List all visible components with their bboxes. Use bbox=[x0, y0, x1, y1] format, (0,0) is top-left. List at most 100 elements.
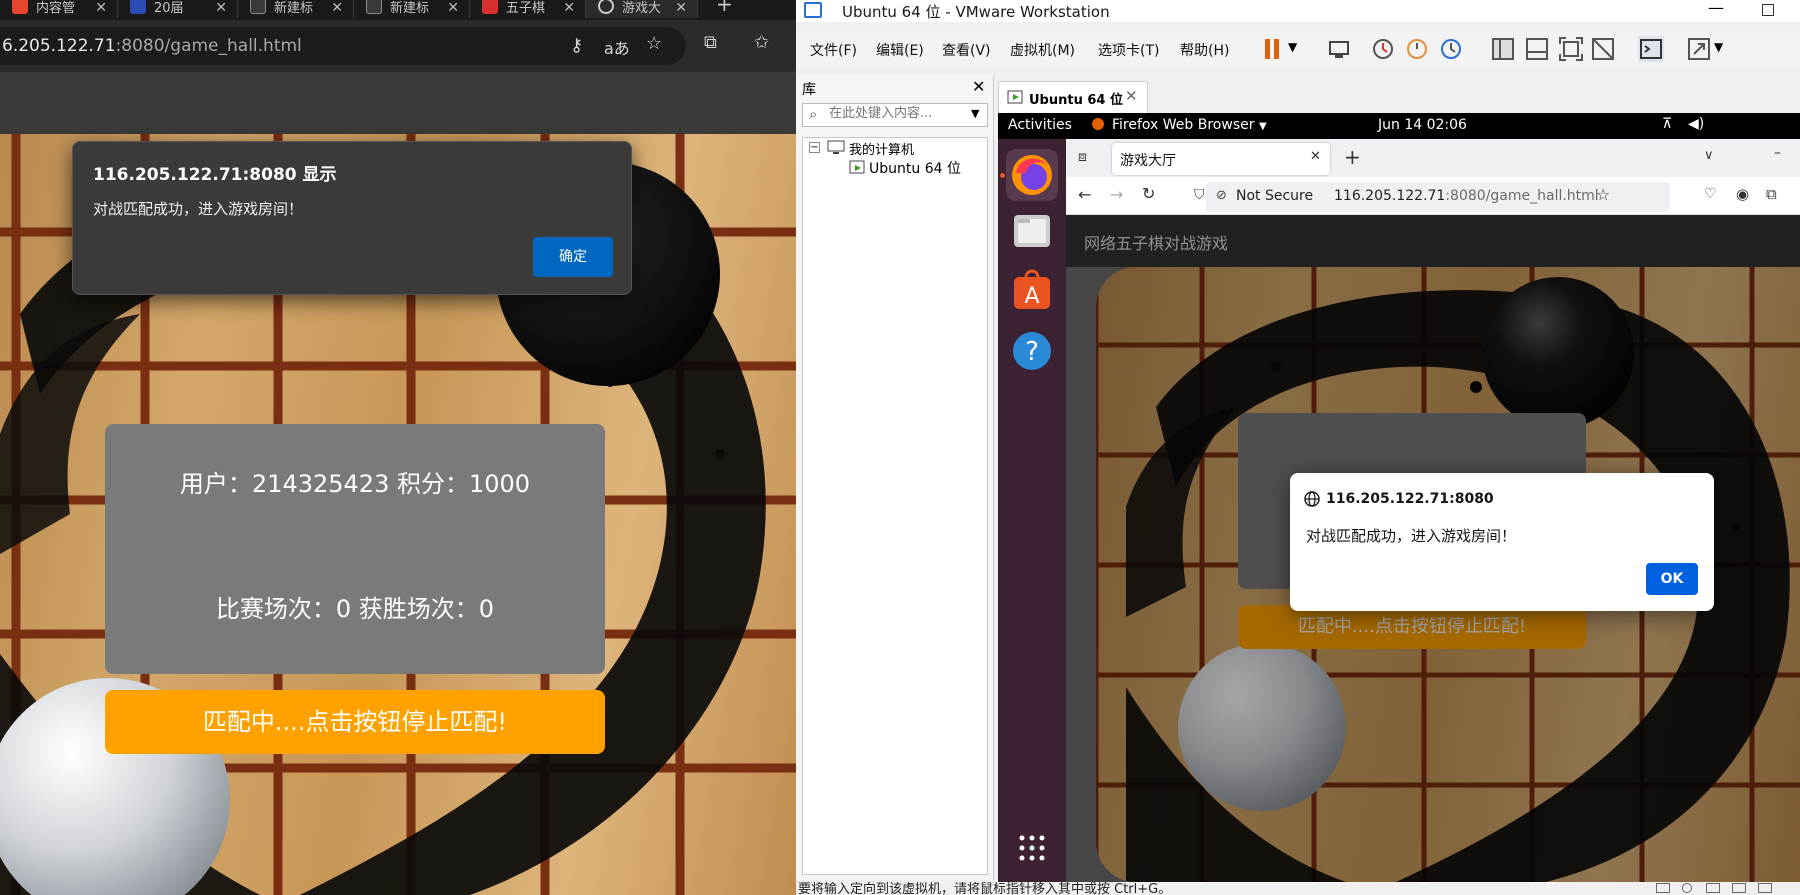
device-status-icon[interactable] bbox=[1732, 883, 1746, 893]
forward-icon[interactable]: → bbox=[1110, 185, 1123, 204]
doc-favicon-icon bbox=[130, 0, 146, 14]
match-button[interactable]: 匹配中....点击按钮停止匹配! bbox=[105, 690, 605, 754]
alert-message: 对战匹配成功，进入游戏房间！ bbox=[93, 200, 304, 218]
svg-text:A: A bbox=[1024, 284, 1039, 309]
vm-tab-ubuntu[interactable]: Ubuntu 64 位 ✕ bbox=[998, 81, 1148, 113]
minimize-icon[interactable]: — bbox=[1708, 0, 1724, 17]
tree-ubuntu-vm[interactable]: Ubuntu 64 位 bbox=[869, 158, 961, 178]
edge-tab-4[interactable]: 新建标 ✕ bbox=[354, 0, 470, 18]
alert-ok-button[interactable]: 确定 bbox=[533, 237, 613, 277]
window-title: Ubuntu 64 位 - VMware Workstation bbox=[842, 3, 1110, 21]
activities-button[interactable]: Activities bbox=[1008, 117, 1072, 133]
new-tab-icon[interactable]: + bbox=[716, 0, 733, 16]
edge-tab-6-active[interactable]: 游戏大 ✕ bbox=[586, 0, 698, 18]
chevron-down-icon[interactable]: ▼ bbox=[1288, 40, 1314, 66]
favorites-icon[interactable]: ✩ bbox=[754, 32, 769, 53]
send-ctrl-alt-del-icon[interactable] bbox=[1326, 36, 1352, 62]
show-library-icon[interactable] bbox=[1490, 36, 1516, 62]
menu-view[interactable]: 查看(V) bbox=[942, 40, 991, 60]
read-aloud-icon[interactable]: aあ bbox=[604, 35, 630, 59]
clock[interactable]: Jun 14 02:06 bbox=[1378, 117, 1467, 133]
volume-icon[interactable]: ◀) bbox=[1688, 116, 1704, 132]
edge-tab-3[interactable]: 新建标 ✕ bbox=[238, 0, 354, 18]
firefox-url-text[interactable]: 116.205.122.71:8080/game_hall.html bbox=[1334, 188, 1599, 204]
account-icon[interactable]: ◉ bbox=[1736, 185, 1749, 203]
snapshot-manager-icon[interactable] bbox=[1438, 36, 1464, 62]
ubuntu-guest-screen[interactable]: Activities Firefox Web Browser ▼ Jun 14 … bbox=[998, 113, 1800, 882]
revert-snapshot-icon[interactable] bbox=[1404, 36, 1430, 62]
dock-software[interactable]: A bbox=[1006, 265, 1058, 317]
menu-vm[interactable]: 虚拟机(M) bbox=[1010, 40, 1075, 60]
firefox-window: ⧈ 游戏大厅 ✕ + ∨ – ← → ↻ ⛉ ⊘ Not Secure 116.… bbox=[1066, 139, 1800, 882]
close-icon[interactable]: ✕ bbox=[1310, 149, 1321, 164]
close-icon[interactable]: ✕ bbox=[215, 0, 227, 16]
bookmark-star-icon[interactable]: ☆ bbox=[1596, 185, 1610, 204]
shield-icon[interactable]: ⛉ bbox=[1194, 187, 1205, 203]
device-status-icon[interactable] bbox=[1758, 883, 1772, 893]
close-icon[interactable]: ✕ bbox=[563, 0, 575, 16]
close-icon[interactable]: ✕ bbox=[331, 0, 343, 16]
dock-help[interactable]: ? bbox=[1006, 325, 1058, 377]
library-search-box[interactable]: ⌕ ▼ bbox=[802, 103, 988, 127]
firefox-view-icon[interactable]: ⧈ bbox=[1078, 149, 1087, 165]
extensions-icon[interactable]: ⧉ bbox=[1766, 185, 1777, 203]
tree-my-computer[interactable]: 我的计算机 bbox=[849, 139, 914, 158]
menu-file[interactable]: 文件(F) bbox=[810, 40, 857, 60]
alert-ok-button[interactable]: OK bbox=[1646, 563, 1698, 595]
user-score-text: 用户：214325423 积分：1000 bbox=[179, 470, 531, 498]
list-all-tabs-icon[interactable]: ∨ bbox=[1704, 148, 1714, 163]
close-icon[interactable]: ✕ bbox=[447, 0, 459, 16]
snapshot-icon[interactable] bbox=[1370, 36, 1396, 62]
edge-page-content: 用户：214325423 积分：1000 比赛场次：0 获胜场次：0 匹配中..… bbox=[0, 72, 796, 895]
reload-icon[interactable]: ↻ bbox=[1142, 184, 1155, 203]
back-icon[interactable]: ← bbox=[1078, 185, 1091, 204]
console-view-icon[interactable] bbox=[1638, 36, 1664, 62]
favorite-star-icon[interactable]: ☆ bbox=[646, 33, 662, 54]
edge-url[interactable]: 6.205.122.71:8080/game_hall.html bbox=[2, 36, 302, 56]
gnome-top-bar: Activities Firefox Web Browser ▼ Jun 14 … bbox=[998, 113, 1800, 139]
edge-tab-2[interactable]: 20届 ✕ bbox=[118, 0, 238, 18]
files-icon bbox=[1014, 215, 1050, 247]
thumbnail-bar-icon[interactable] bbox=[1524, 36, 1550, 62]
extensions-icon[interactable]: ⧉ bbox=[704, 32, 717, 53]
edge-window: 内容管 ✕ 20届 ✕ 新建标 ✕ 新建标 ✕ 五子棋 ✕ 游戏大 ✕ + 6.… bbox=[0, 0, 796, 895]
edge-address-bar[interactable]: 6.205.122.71:8080/game_hall.html ⚷ aあ ☆ bbox=[0, 27, 686, 65]
firefox-tab-game-hall[interactable]: 游戏大厅 ✕ bbox=[1112, 143, 1330, 175]
edge-tab-5[interactable]: 五子棋 ✕ bbox=[470, 0, 586, 18]
chevron-down-icon[interactable]: ▼ bbox=[971, 107, 979, 120]
key-icon[interactable]: ⚷ bbox=[570, 35, 583, 56]
search-icon: ⌕ bbox=[809, 105, 818, 123]
device-status-icon[interactable] bbox=[1656, 883, 1670, 893]
pocket-icon[interactable]: ♡ bbox=[1704, 186, 1717, 202]
full-screen-icon[interactable] bbox=[1558, 36, 1584, 62]
page-header-bar bbox=[0, 72, 796, 134]
close-icon[interactable]: ✕ bbox=[1125, 87, 1138, 105]
edge-tab-1[interactable]: 内容管 ✕ bbox=[0, 0, 118, 18]
insecure-lock-icon[interactable]: ⊘ bbox=[1216, 188, 1227, 203]
network-icon[interactable]: ⊼ bbox=[1662, 116, 1672, 132]
new-tab-icon[interactable]: + bbox=[1344, 145, 1361, 169]
menu-edit[interactable]: 编辑(E) bbox=[876, 40, 924, 60]
menu-help[interactable]: 帮助(H) bbox=[1180, 40, 1229, 60]
dock-files[interactable] bbox=[1006, 205, 1058, 257]
app-menu[interactable]: Firefox Web Browser ▼ bbox=[1112, 117, 1267, 133]
close-icon[interactable]: ✕ bbox=[95, 0, 107, 16]
device-status-icon[interactable] bbox=[1706, 883, 1720, 893]
minimize-icon[interactable]: – bbox=[1774, 145, 1781, 161]
menu-tabs[interactable]: 选项卡(T) bbox=[1098, 40, 1159, 60]
not-secure-label[interactable]: Not Secure bbox=[1236, 188, 1313, 204]
chevron-down-icon[interactable]: ▼ bbox=[1714, 40, 1740, 66]
show-apps-grid-icon[interactable] bbox=[1018, 834, 1046, 862]
firefox-page-content: 网络五子棋对战游戏 匹配中....点击按钮停止匹配! 116.205.122.7… bbox=[1066, 215, 1800, 882]
close-icon[interactable]: ✕ bbox=[972, 77, 985, 96]
stretch-guest-icon[interactable] bbox=[1686, 36, 1712, 62]
firefox-url-bar[interactable]: ⛉ ⊘ Not Secure 116.205.122.71:8080/game_… bbox=[1194, 182, 1670, 212]
close-icon[interactable]: ✕ bbox=[675, 0, 687, 16]
device-status-icon[interactable] bbox=[1682, 883, 1692, 893]
pause-icon[interactable] bbox=[1260, 36, 1286, 62]
collapse-toggle-icon[interactable]: − bbox=[809, 142, 820, 153]
library-search-input[interactable] bbox=[829, 106, 967, 121]
dock-firefox[interactable] bbox=[1006, 149, 1058, 201]
unity-mode-icon[interactable] bbox=[1590, 36, 1616, 62]
maximize-icon[interactable] bbox=[1762, 4, 1774, 16]
